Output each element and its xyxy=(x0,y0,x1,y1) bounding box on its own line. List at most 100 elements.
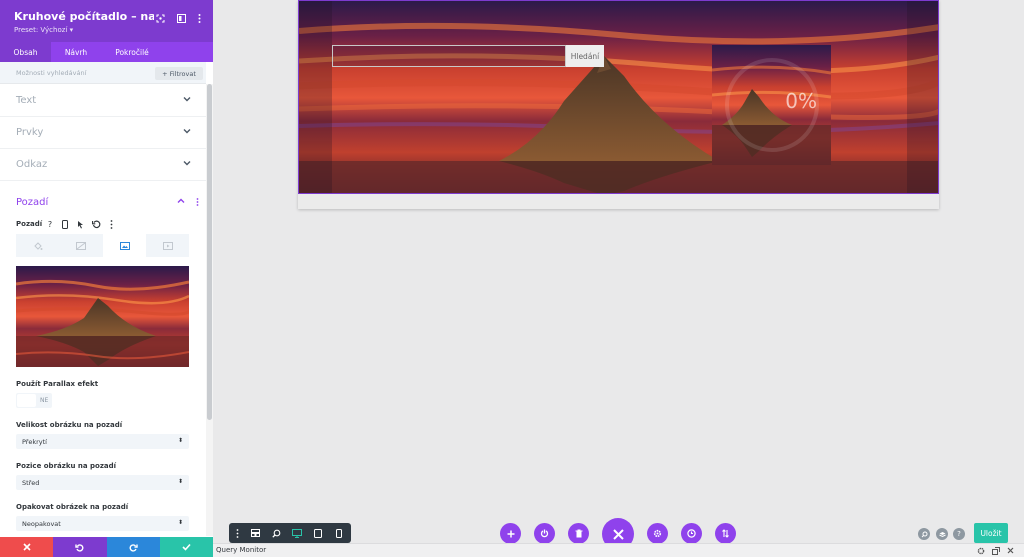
view-mode-bar xyxy=(229,523,351,543)
chevron-down-icon xyxy=(183,161,191,166)
toggle-knob xyxy=(17,394,36,407)
focus-icon[interactable] xyxy=(153,11,167,25)
section-elements[interactable]: Prvky xyxy=(0,117,206,149)
reset-icon[interactable] xyxy=(91,219,101,229)
help-icon[interactable]: ? xyxy=(953,528,965,540)
zoom-icon[interactable] xyxy=(271,528,281,538)
counter-percent: 0% xyxy=(785,89,817,113)
section-link[interactable]: Odkaz xyxy=(0,149,206,181)
image-position-select[interactable]: Střed ⬍ xyxy=(16,475,189,490)
mobile-icon[interactable] xyxy=(60,219,70,229)
image-size-select[interactable]: Překrytí ⬍ xyxy=(16,434,189,449)
bg-color-tab[interactable] xyxy=(16,234,59,257)
redo-icon xyxy=(129,543,138,552)
tab-content[interactable]: Obsah xyxy=(0,42,51,62)
preset-selector[interactable]: Preset: Výchozí ▾ xyxy=(14,26,73,34)
select-arrows-icon: ⬍ xyxy=(177,519,183,526)
split-view-icon[interactable] xyxy=(174,11,188,25)
hero-background-image xyxy=(299,1,938,193)
search-options-input[interactable]: Možnosti vyhledávání xyxy=(16,69,86,77)
section-text-label: Text xyxy=(16,95,37,106)
chevron-up-icon xyxy=(177,198,185,203)
confirm-button[interactable] xyxy=(159,537,213,557)
desktop-icon[interactable] xyxy=(292,528,302,538)
gear-icon[interactable] xyxy=(975,545,986,556)
phone-icon[interactable] xyxy=(334,528,344,538)
wireframe-icon[interactable] xyxy=(250,528,260,538)
help-icon[interactable]: ? xyxy=(45,219,55,229)
transfer-icon xyxy=(722,529,729,538)
portability-button[interactable] xyxy=(715,523,736,544)
background-field-label: Pozadí xyxy=(16,220,43,228)
chevron-down-icon xyxy=(183,129,191,134)
more-options-icon[interactable] xyxy=(232,528,242,538)
image-position-label: Pozice obrázku na pozadí xyxy=(16,462,117,470)
panel-scrollbar[interactable] xyxy=(206,84,213,536)
redo-button[interactable] xyxy=(106,537,160,557)
undo-icon xyxy=(75,543,84,552)
page-section: Hledání 0% xyxy=(298,0,939,209)
image-repeat-label: Opakovat obrázek na pozadí xyxy=(16,503,129,511)
bg-video-tab[interactable] xyxy=(146,234,189,257)
chevron-down-icon xyxy=(183,97,191,102)
search-icon[interactable] xyxy=(918,528,930,540)
close-icon xyxy=(23,543,31,551)
gradient-icon xyxy=(75,241,86,250)
power-icon xyxy=(540,529,549,538)
power-button[interactable] xyxy=(534,523,555,544)
image-repeat-select[interactable]: Neopakovat ⬍ xyxy=(16,516,189,531)
toggle-state: NE xyxy=(40,397,49,404)
cursor-icon[interactable] xyxy=(75,219,85,229)
panel-tabs: Obsah Návrh Pokročilé xyxy=(0,42,213,62)
page-settings-button[interactable] xyxy=(647,523,668,544)
check-icon xyxy=(182,543,191,551)
undo-button[interactable] xyxy=(53,537,107,557)
image-icon xyxy=(119,241,130,250)
bg-image-tab[interactable] xyxy=(103,234,146,257)
query-monitor-label[interactable]: Query Monitor xyxy=(216,546,266,554)
tablet-icon[interactable] xyxy=(313,528,323,538)
background-toolbar: Pozadí ? xyxy=(16,219,206,231)
panel-title: Kruhové počítadlo – nastav... xyxy=(14,10,154,23)
builder-canvas: Hledání 0% ? Uložit xyxy=(213,0,1024,550)
circle-counter-module[interactable]: 0% xyxy=(712,45,831,165)
background-type-tabs xyxy=(16,234,189,257)
close-icon[interactable] xyxy=(1005,545,1016,556)
popout-icon[interactable] xyxy=(990,545,1001,556)
image-repeat-value: Neopakovat xyxy=(22,520,61,528)
tab-advanced[interactable]: Pokročilé xyxy=(101,42,163,62)
bg-gradient-tab[interactable] xyxy=(59,234,102,257)
panel-footer xyxy=(0,537,213,557)
history-button[interactable] xyxy=(681,523,702,544)
section-background-label: Pozadí xyxy=(16,197,49,208)
add-button[interactable] xyxy=(500,523,521,544)
select-arrows-icon: ⬍ xyxy=(177,437,183,444)
search-button[interactable]: Hledání xyxy=(566,45,604,67)
save-button[interactable]: Uložit xyxy=(974,523,1008,543)
tab-design[interactable]: Návrh xyxy=(51,42,101,62)
select-arrows-icon: ⬍ xyxy=(177,478,183,485)
more-options-icon[interactable] xyxy=(106,219,116,229)
delete-button[interactable] xyxy=(568,523,589,544)
paint-bucket-icon xyxy=(33,241,42,250)
close-icon xyxy=(612,528,624,540)
section-elements-label: Prvky xyxy=(16,127,44,138)
filter-button[interactable]: + Filtrovat xyxy=(155,67,203,80)
settings-panel: Kruhové počítadlo – nastav... Preset: Vý… xyxy=(0,0,213,557)
more-options-icon[interactable] xyxy=(192,11,206,25)
scrollbar-thumb[interactable] xyxy=(207,84,212,420)
section-background[interactable]: Pozadí xyxy=(0,187,206,219)
hero-row[interactable]: Hledání 0% xyxy=(298,0,939,194)
trash-icon xyxy=(575,529,582,538)
search-input[interactable] xyxy=(332,45,566,67)
layers-icon[interactable] xyxy=(936,528,948,540)
image-size-label: Velikost obrázku na pozadí xyxy=(16,421,123,429)
parallax-toggle[interactable]: NE xyxy=(16,393,52,408)
section-text[interactable]: Text xyxy=(0,85,206,117)
section-options-icon[interactable] xyxy=(196,198,199,206)
parallax-label: Použít Parallax efekt xyxy=(16,380,99,388)
background-image-preview[interactable] xyxy=(16,266,189,367)
discard-button[interactable] xyxy=(0,537,54,557)
video-icon xyxy=(162,241,173,250)
image-size-value: Překrytí xyxy=(22,438,47,446)
